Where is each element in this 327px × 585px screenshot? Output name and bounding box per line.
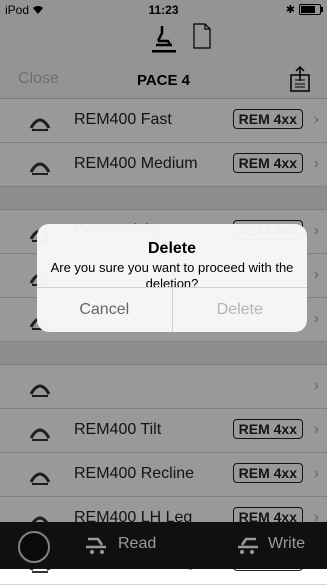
cancel-button[interactable]: Cancel	[37, 288, 173, 332]
dialog-buttons: Cancel Delete	[37, 287, 307, 332]
dialog-title: Delete	[147, 240, 197, 257]
delete-button[interactable]: Delete	[173, 288, 308, 332]
delete-alert-dialog: Delete Are you sure you want to proceed …	[37, 224, 307, 332]
